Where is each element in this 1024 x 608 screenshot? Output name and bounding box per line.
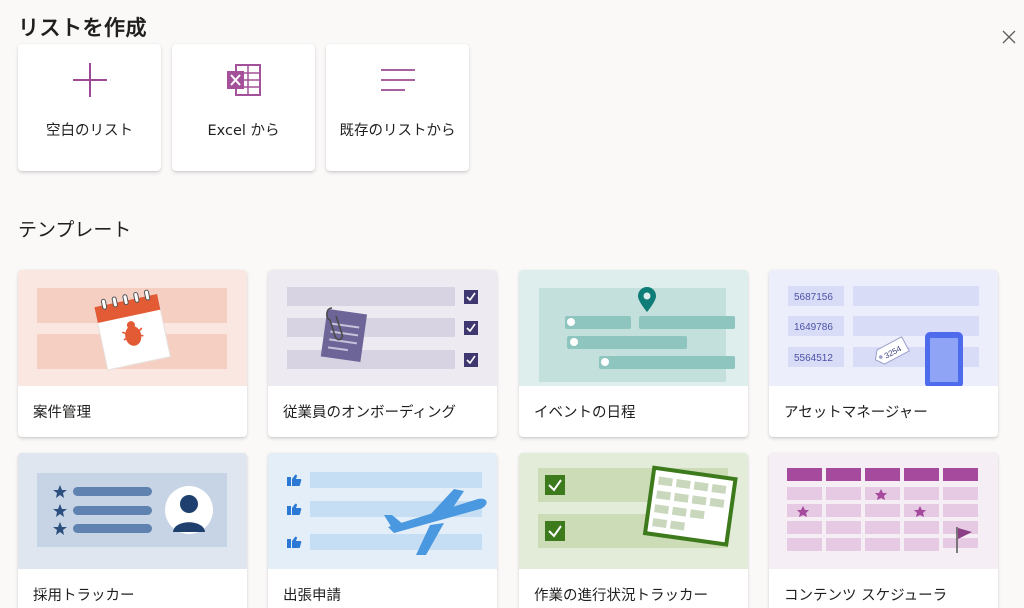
template-name: 採用トラッカー	[33, 588, 135, 604]
asset-id-3: 5564512	[794, 353, 833, 364]
event-itinerary-illustration	[519, 270, 748, 386]
close-icon	[1002, 30, 1016, 44]
template-card-event-itinerary[interactable]: イベントの日程	[519, 270, 748, 437]
employee-onboarding-illustration	[268, 270, 497, 386]
template-name: 出張申請	[283, 588, 341, 604]
from-excel-option[interactable]: Excel から	[172, 44, 315, 171]
existing-list-label: 既存のリストから	[339, 123, 456, 139]
template-name: 案件管理	[33, 405, 91, 421]
work-progress-illustration	[519, 453, 748, 569]
asset-id-2: 1649786	[794, 322, 833, 333]
excel-icon	[226, 64, 261, 96]
template-name: 従業員のオンボーディング	[283, 405, 456, 421]
existing-list-option[interactable]: 既存のリストから	[326, 44, 469, 171]
blank-list-label: 空白のリスト	[46, 123, 133, 139]
issue-tracker-illustration	[18, 270, 247, 386]
recruitment-tracker-illustration	[18, 453, 247, 569]
travel-requests-illustration	[268, 453, 497, 569]
template-name: イベントの日程	[534, 405, 636, 421]
template-name: アセットマネージャー	[784, 405, 928, 421]
template-name: コンテンツ スケジューラ	[784, 588, 948, 604]
list-lines-icon	[380, 69, 415, 91]
close-button[interactable]	[996, 24, 1022, 50]
templates-heading: テンプレート	[18, 219, 132, 241]
template-card-recruitment-tracker[interactable]: 採用トラッカー	[18, 453, 247, 608]
from-excel-label: Excel から	[207, 123, 280, 139]
template-card-travel-requests[interactable]: 出張申請	[268, 453, 497, 608]
template-card-employee-onboarding[interactable]: 従業員のオンボーディング	[268, 270, 497, 437]
template-card-issue-tracker[interactable]: 案件管理	[18, 270, 247, 437]
blank-list-option[interactable]: 空白のリスト	[18, 44, 161, 171]
template-name: 作業の進行状況トラッカー	[534, 588, 708, 604]
dialog-title: リストを作成	[18, 16, 147, 40]
template-card-asset-manager[interactable]: 5687156 1649786 5564512 3254 アセットマネージャー	[769, 270, 998, 437]
template-card-work-progress-tracker[interactable]: 作業の進行状況トラッカー	[519, 453, 748, 608]
template-card-content-scheduler[interactable]: コンテンツ スケジューラ	[769, 453, 998, 608]
content-scheduler-illustration	[769, 453, 998, 569]
asset-manager-illustration: 5687156 1649786 5564512 3254	[769, 270, 998, 386]
plus-icon	[72, 63, 107, 97]
asset-id-1: 5687156	[794, 292, 833, 303]
